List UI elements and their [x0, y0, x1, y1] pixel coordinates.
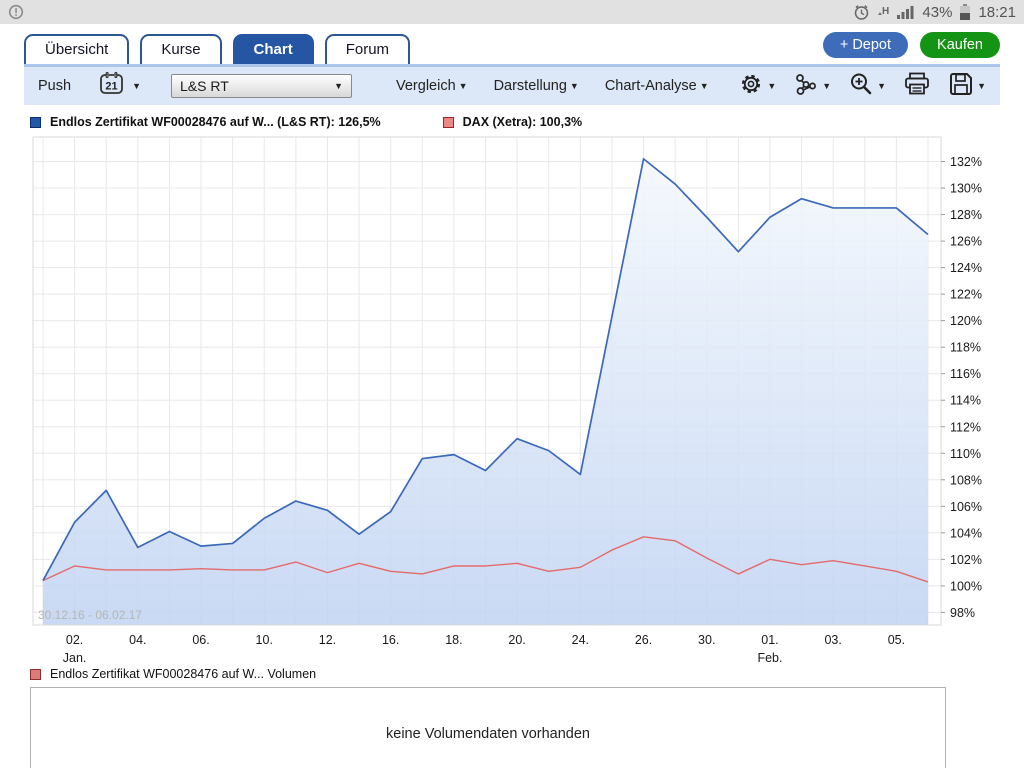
x-axis-label: 01. — [761, 633, 778, 647]
chevron-down-icon: ▼ — [877, 81, 886, 91]
tab-row: Übersicht Kurse Chart Forum + Depot Kauf… — [0, 24, 1024, 64]
clock-text: 18:21 — [978, 4, 1016, 21]
y-axis-label: 104% — [950, 526, 982, 540]
tabs: Übersicht Kurse Chart Forum — [24, 34, 410, 64]
legend-label-volume: Endlos Zertifikat WF00028476 auf W... Vo… — [50, 667, 316, 681]
x-axis-label: 24. — [572, 633, 589, 647]
menu-vergleich[interactable]: Vergleich ▼ — [396, 78, 468, 94]
x-axis-label: 05. — [888, 633, 905, 647]
battery-percent-text: 43% — [922, 4, 952, 21]
chart-toolbar: Push 21 ▼ L&S RT ▼ Vergleich ▼ Darstellu… — [24, 67, 1000, 105]
buy-button[interactable]: Kaufen — [920, 32, 1000, 58]
y-axis-label: 98% — [950, 606, 975, 620]
y-axis-label: 116% — [950, 367, 981, 381]
notification-alert-icon — [8, 4, 24, 20]
x-axis-month-label: Feb. — [757, 651, 782, 665]
y-axis-label: 122% — [950, 288, 982, 302]
x-axis-label: 20. — [508, 633, 525, 647]
menu-chart-analyse-label: Chart-Analyse — [605, 78, 697, 94]
price-chart-svg[interactable]: 98% 100% 102% 104% 106% 108% 110% 112% 114% 116% 1… — [24, 135, 1024, 665]
print-button[interactable] — [903, 71, 931, 102]
y-axis-label: 130% — [950, 182, 982, 196]
y-axis-label: 110% — [950, 447, 981, 461]
svg-text:H: H — [882, 6, 889, 17]
y-axis-label: 128% — [950, 208, 982, 222]
chevron-down-icon: ▼ — [700, 81, 709, 91]
gear-icon — [738, 71, 764, 102]
chevron-down-icon: ▼ — [459, 81, 468, 91]
zoom-dropdown[interactable]: ▼ — [848, 71, 886, 102]
indicator-nodes-icon — [793, 71, 819, 102]
x-axis-label: 04. — [129, 633, 146, 647]
x-axis-label: 16. — [382, 633, 399, 647]
alarm-clock-icon — [853, 4, 870, 21]
signal-strength-icon — [897, 5, 915, 20]
header-buttons: + Depot Kaufen — [823, 32, 1000, 58]
y-axis-label: 120% — [950, 314, 982, 328]
x-axis-label: 12. — [319, 633, 336, 647]
legend-label-dax: DAX (Xetra): 100,3% — [463, 115, 583, 129]
chevron-down-icon: ▼ — [977, 81, 986, 91]
legend-swatch-volume — [30, 669, 41, 680]
x-axis-month-label: Jan. — [63, 651, 87, 665]
x-axis-label: 06. — [192, 633, 209, 647]
x-axis-label: 02. — [66, 633, 83, 647]
menu-darstellung-label: Darstellung — [494, 78, 567, 94]
printer-icon — [903, 71, 931, 102]
tab-forum[interactable]: Forum — [325, 34, 410, 64]
hspa-network-icon: H — [877, 4, 890, 20]
tab-chart[interactable]: Chart — [233, 34, 314, 64]
menu-darstellung[interactable]: Darstellung ▼ — [494, 78, 579, 94]
volume-empty-message: keine Volumendaten vorhanden — [386, 726, 590, 742]
y-axis-label: 106% — [950, 500, 982, 514]
x-axis-label: 10. — [256, 633, 273, 647]
status-bar: H 43% 18:21 — [0, 0, 1024, 24]
y-axis-label: 108% — [950, 473, 982, 487]
y-axis-label: 126% — [950, 235, 982, 249]
add-depot-button[interactable]: + Depot — [823, 32, 908, 58]
y-axis-label: 132% — [950, 155, 982, 169]
chevron-down-icon: ▼ — [822, 81, 831, 91]
tab-uebersicht[interactable]: Übersicht — [24, 34, 129, 64]
exchange-selected-value: L&S RT — [180, 78, 229, 94]
chevron-down-icon: ▼ — [334, 81, 343, 91]
svg-text:21: 21 — [105, 81, 117, 93]
y-axis-label: 124% — [950, 261, 982, 275]
y-axis-label: 112% — [950, 420, 981, 434]
volume-legend: Endlos Zertifikat WF00028476 auf W... Vo… — [30, 667, 1024, 681]
battery-icon — [959, 4, 971, 21]
volume-panel: keine Volumendaten vorhanden — [30, 687, 946, 768]
timespan-dropdown[interactable]: 21 ▼ — [98, 70, 141, 102]
menu-chart-analyse[interactable]: Chart-Analyse ▼ — [605, 78, 709, 94]
y-axis-label: 118% — [950, 341, 981, 355]
x-axis-label: 30. — [698, 633, 715, 647]
price-chart[interactable]: 98% 100% 102% 104% 106% 108% 110% 112% 114% 116% 1… — [24, 135, 1024, 665]
tab-kurse[interactable]: Kurse — [140, 34, 221, 64]
x-axis-label: 03. — [824, 633, 841, 647]
y-axis-label: 100% — [950, 579, 982, 593]
y-axis-label: 114% — [950, 394, 981, 408]
x-axis-label: 26. — [635, 633, 652, 647]
chevron-down-icon: ▼ — [570, 81, 579, 91]
save-floppy-icon — [948, 71, 974, 102]
push-toggle[interactable]: Push — [38, 78, 71, 94]
exchange-select[interactable]: L&S RT ▼ — [171, 74, 352, 98]
y-axis-label: 102% — [950, 553, 982, 567]
legend-label-certificate: Endlos Zertifikat WF00028476 auf W... (L… — [50, 115, 381, 129]
date-range-watermark: 30.12.16 - 06.02.17 — [38, 608, 142, 622]
save-dropdown[interactable]: ▼ — [948, 71, 986, 102]
settings-dropdown[interactable]: ▼ — [738, 71, 776, 102]
x-axis-label: 18. — [445, 633, 462, 647]
legend-swatch-certificate — [30, 117, 41, 128]
legend-swatch-dax — [443, 117, 454, 128]
chevron-down-icon: ▼ — [132, 81, 141, 91]
chevron-down-icon: ▼ — [767, 81, 776, 91]
chart-legend: Endlos Zertifikat WF00028476 auf W... (L… — [30, 115, 1024, 129]
menu-vergleich-label: Vergleich — [396, 78, 456, 94]
indicators-dropdown[interactable]: ▼ — [793, 71, 831, 102]
calendar-icon: 21 — [98, 70, 125, 102]
zoom-in-icon — [848, 71, 874, 102]
